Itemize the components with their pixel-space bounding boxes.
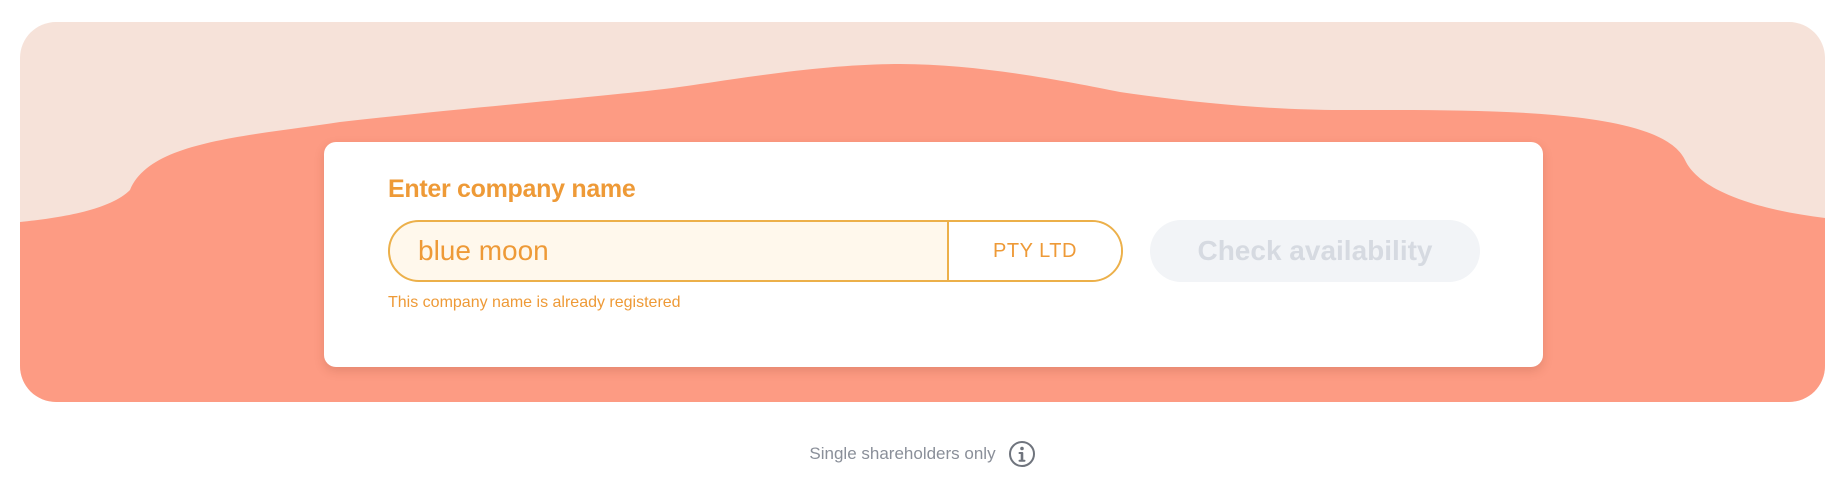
single-shareholders-note: Single shareholders only <box>809 444 996 463</box>
check-availability-button[interactable]: Check availability <box>1150 220 1480 282</box>
hero-banner: Enter company name PTY LTD This company … <box>20 22 1825 402</box>
company-suffix-label: PTY LTD <box>947 222 1121 280</box>
error-message: This company name is already registered <box>388 294 681 311</box>
company-name-field: PTY LTD <box>388 220 1123 282</box>
info-icon[interactable] <box>1008 440 1036 468</box>
company-name-input[interactable] <box>390 222 947 280</box>
footer-note: Single shareholders only <box>0 440 1845 468</box>
company-name-label: Enter company name <box>388 175 636 203</box>
company-name-card: Enter company name PTY LTD This company … <box>324 142 1543 367</box>
